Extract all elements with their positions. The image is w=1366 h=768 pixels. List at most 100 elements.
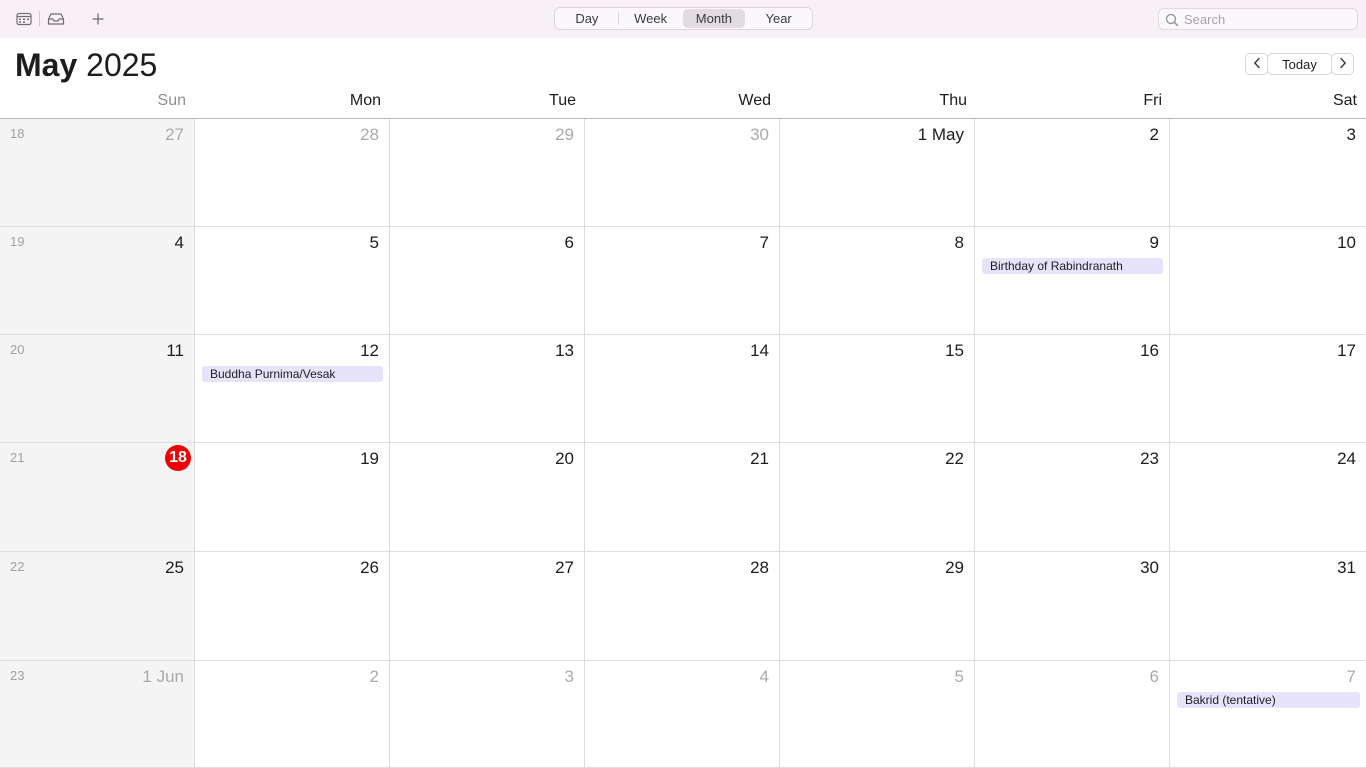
day-cell[interactable]: 17 bbox=[1170, 335, 1366, 443]
day-cell[interactable]: 6 bbox=[390, 227, 585, 335]
day-number: 26 bbox=[360, 558, 379, 577]
day-cell[interactable]: 21 bbox=[585, 443, 780, 552]
day-number: 25 bbox=[165, 558, 184, 577]
view-month-button[interactable]: Month bbox=[682, 9, 746, 28]
day-number: 1 May bbox=[917, 125, 964, 144]
day-cell[interactable]: 3 bbox=[1170, 119, 1366, 227]
day-cell[interactable]: 18 27 bbox=[0, 119, 195, 227]
day-number: 4 bbox=[174, 233, 184, 252]
day-number: 14 bbox=[750, 341, 769, 360]
day-cell[interactable]: 5 bbox=[195, 227, 390, 335]
event-pill[interactable]: Birthday of Rabindranath bbox=[982, 258, 1163, 274]
day-cell[interactable]: 30 bbox=[585, 119, 780, 227]
day-cell[interactable]: 3 bbox=[390, 661, 585, 768]
today-date-badge: 18 bbox=[165, 445, 191, 471]
day-number: 2 bbox=[369, 667, 379, 686]
day-cell[interactable]: 27 bbox=[390, 552, 585, 661]
view-week-button[interactable]: Week bbox=[619, 9, 683, 28]
day-number: 6 bbox=[564, 233, 574, 252]
day-cell[interactable]: 24 bbox=[1170, 443, 1366, 552]
week-number: 21 bbox=[10, 450, 25, 465]
day-cell[interactable]: 22 bbox=[780, 443, 975, 552]
day-number: 12 bbox=[360, 341, 379, 360]
day-cell[interactable]: 14 bbox=[585, 335, 780, 443]
weekday-label: Wed bbox=[738, 92, 771, 109]
chevron-left-icon bbox=[1253, 57, 1261, 72]
day-cell[interactable]: 2 bbox=[195, 661, 390, 768]
day-number: 28 bbox=[360, 125, 379, 144]
day-cell[interactable]: 28 bbox=[585, 552, 780, 661]
day-cell[interactable]: 8 bbox=[780, 227, 975, 335]
view-day-button[interactable]: Day bbox=[556, 9, 618, 28]
day-cell[interactable]: 19 bbox=[195, 443, 390, 552]
day-cell[interactable]: 31 bbox=[1170, 552, 1366, 661]
previous-month-button[interactable] bbox=[1245, 53, 1268, 75]
day-cell[interactable]: 19 4 bbox=[0, 227, 195, 335]
next-month-button[interactable] bbox=[1331, 53, 1354, 75]
search-icon bbox=[1164, 12, 1180, 28]
day-cell[interactable]: 23 bbox=[975, 443, 1170, 552]
day-cell[interactable]: 22 25 bbox=[0, 552, 195, 661]
search-input[interactable] bbox=[1184, 10, 1354, 28]
search-field[interactable] bbox=[1158, 8, 1358, 30]
day-number: 29 bbox=[555, 125, 574, 144]
day-cell[interactable]: 29 bbox=[780, 552, 975, 661]
day-number: 10 bbox=[1337, 233, 1356, 252]
day-cell[interactable]: 23 1 Jun bbox=[0, 661, 195, 768]
calendar-icon[interactable] bbox=[14, 9, 34, 29]
day-number: 3 bbox=[564, 667, 574, 686]
day-cell[interactable]: 6 bbox=[975, 661, 1170, 768]
day-cell[interactable]: 9 Birthday of Rabindranath bbox=[975, 227, 1170, 335]
day-cell[interactable]: 4 bbox=[585, 661, 780, 768]
plus-icon[interactable] bbox=[88, 9, 108, 29]
day-cell[interactable]: 26 bbox=[195, 552, 390, 661]
event-pill[interactable]: Buddha Purnima/Vesak bbox=[202, 366, 383, 382]
month-grid: 18 27 28 29 30 1 May 2 3 19 4 5 6 7 8 9 Birthday of Rab… bbox=[0, 119, 1366, 768]
year-label: 2025 bbox=[86, 47, 158, 83]
day-cell[interactable]: 7 bbox=[585, 227, 780, 335]
event-pill[interactable]: Bakrid (tentative) bbox=[1177, 692, 1360, 708]
weekday-label: Fri bbox=[1143, 92, 1162, 109]
day-cell[interactable]: 20 bbox=[390, 443, 585, 552]
day-cell[interactable]: 21 18 bbox=[0, 443, 195, 552]
day-number: 1 Jun bbox=[142, 667, 184, 686]
day-cell[interactable]: 28 bbox=[195, 119, 390, 227]
week-number: 23 bbox=[10, 668, 25, 683]
day-cell[interactable]: 12 Buddha Purnima/Vesak bbox=[195, 335, 390, 443]
day-cell[interactable]: 29 bbox=[390, 119, 585, 227]
day-cell[interactable]: 2 bbox=[975, 119, 1170, 227]
today-button[interactable]: Today bbox=[1267, 53, 1332, 75]
week-number: 20 bbox=[10, 342, 25, 357]
day-cell[interactable]: 7 Bakrid (tentative) bbox=[1170, 661, 1366, 768]
day-number: 8 bbox=[954, 233, 964, 252]
day-number: 22 bbox=[945, 449, 964, 468]
day-cell[interactable]: 16 bbox=[975, 335, 1170, 443]
day-number: 3 bbox=[1346, 125, 1356, 144]
weekday-label: Sat bbox=[1332, 92, 1357, 109]
day-cell[interactable]: 20 11 bbox=[0, 335, 195, 443]
day-cell[interactable]: 5 bbox=[780, 661, 975, 768]
view-year-button[interactable]: Year bbox=[746, 9, 811, 28]
weekday-header: Sun Mon Tue Wed Thu Fri Sat bbox=[0, 88, 1366, 118]
weekday-label: Mon bbox=[349, 92, 381, 109]
day-number: 27 bbox=[555, 558, 574, 577]
chevron-right-icon bbox=[1339, 57, 1347, 72]
day-number: 23 bbox=[1140, 449, 1159, 468]
month-label: May bbox=[15, 47, 78, 83]
day-number: 13 bbox=[555, 341, 574, 360]
day-cell[interactable]: 30 bbox=[975, 552, 1170, 661]
day-number: 27 bbox=[165, 125, 184, 144]
toolbar-divider bbox=[39, 11, 40, 26]
day-number: 17 bbox=[1337, 341, 1356, 360]
day-number: 28 bbox=[750, 558, 769, 577]
day-number: 24 bbox=[1337, 449, 1356, 468]
day-number: 15 bbox=[945, 341, 964, 360]
day-number: 6 bbox=[1149, 667, 1159, 686]
day-cell[interactable]: 15 bbox=[780, 335, 975, 443]
inbox-icon[interactable] bbox=[46, 9, 66, 29]
day-cell[interactable]: 1 May bbox=[780, 119, 975, 227]
day-number: 2 bbox=[1149, 125, 1159, 144]
day-cell[interactable]: 13 bbox=[390, 335, 585, 443]
day-cell[interactable]: 10 bbox=[1170, 227, 1366, 335]
day-number: 5 bbox=[954, 667, 964, 686]
